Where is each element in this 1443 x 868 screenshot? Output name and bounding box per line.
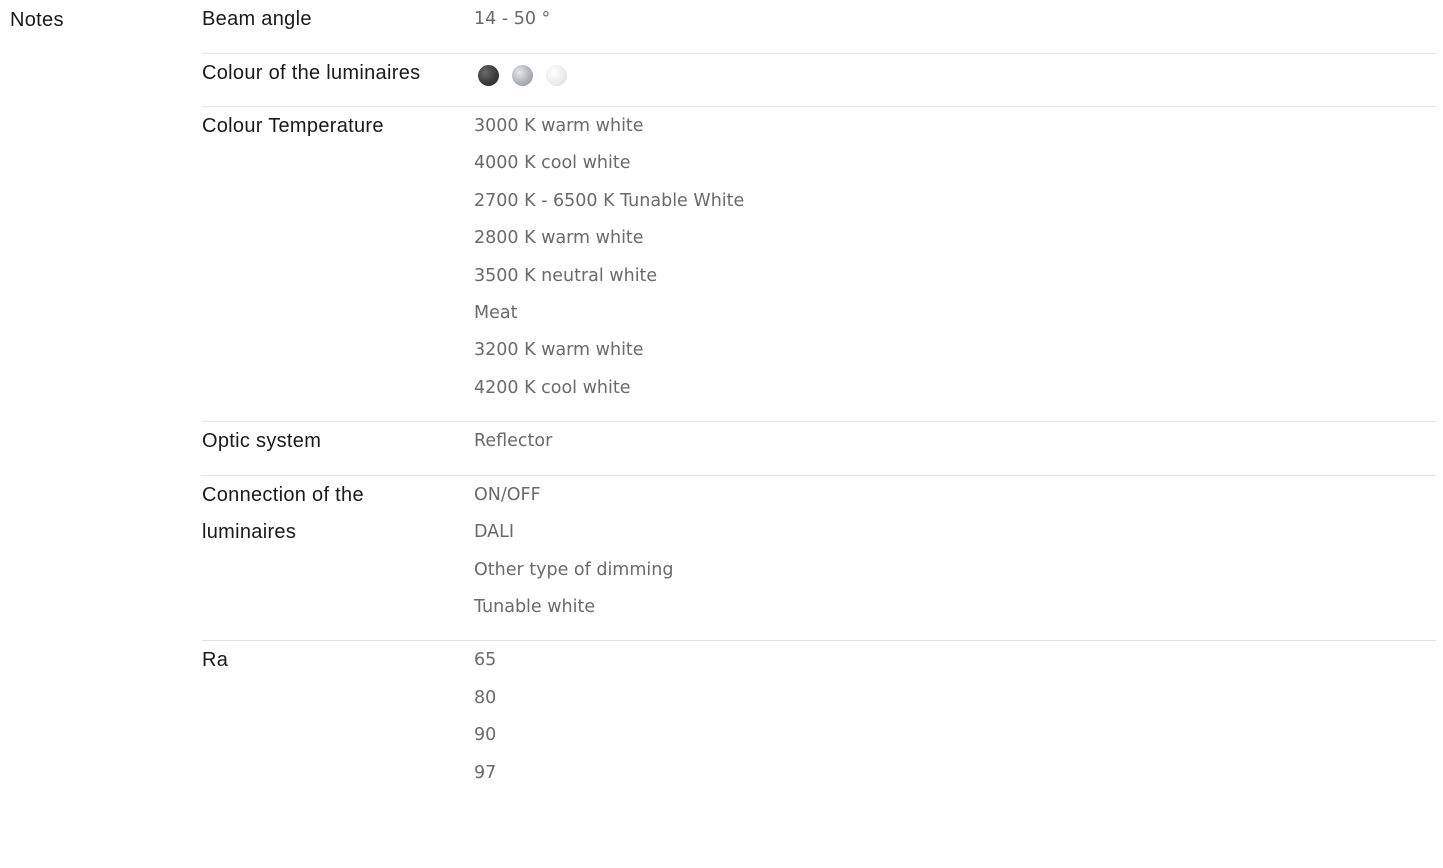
spec-value: 3200 K warm white: [474, 340, 644, 361]
spec-value: 2700 K - 6500 K Tunable White: [474, 190, 745, 211]
spec-value: Meat: [474, 303, 518, 324]
spec-value: 14 - 50 °: [474, 9, 551, 29]
spec-name-ra: Ra: [202, 649, 229, 672]
spec-table: Beam angle 14 - 50 ° Colour of the lumin…: [202, 0, 1436, 806]
colour-swatches: [474, 55, 1436, 86]
spec-row-connection-of-luminaires: Connection of the luminaires ON/OFF DALI…: [202, 476, 1436, 642]
spec-value: 4200 K cool white: [474, 377, 631, 398]
spec-value: 3500 K neutral white: [474, 265, 658, 286]
spec-value: ON/OFF: [474, 484, 541, 505]
spec-values-colour-temperature: 3000 K warm white 4000 K cool white 2700…: [474, 108, 1436, 407]
spec-value: 80: [474, 687, 497, 708]
spec-value: 3000 K warm white: [474, 116, 644, 136]
spec-name-beam-angle: Beam angle: [202, 8, 312, 30]
spec-name-colour-temperature: Colour Temperature: [202, 115, 384, 137]
spec-value: 90: [474, 725, 497, 746]
spec-values-ra: 65 80 90 97: [474, 642, 1436, 792]
swatch-dark-grey[interactable]: [478, 64, 499, 86]
spec-values-beam-angle: 14 - 50 °: [474, 1, 1436, 39]
spec-value: Tunable white: [474, 596, 596, 617]
spec-value: Reflector: [474, 431, 553, 452]
spec-row-beam-angle: Beam angle 14 - 50 °: [202, 0, 1436, 54]
spec-row-optic-system: Optic system Reflector: [202, 422, 1436, 476]
spec-value: 97: [474, 762, 497, 783]
spec-value: 4000 K cool white: [474, 153, 631, 174]
spec-values-optic-system: Reflector: [474, 423, 1436, 461]
spec-value: DALI: [474, 522, 515, 543]
spec-value: Other type of dimming: [474, 559, 674, 580]
spec-values-connection-of-luminaires: ON/OFF DALI Other type of dimming Tunabl…: [474, 477, 1436, 627]
swatch-silver[interactable]: [512, 64, 533, 86]
spec-name-optic-system: Optic system: [202, 430, 322, 453]
spec-name-connection-of-luminaires: Connection of the luminaires: [202, 483, 364, 544]
spec-value: 2800 K warm white: [474, 228, 644, 249]
spec-row-colour-of-luminaires: Colour of the luminaires: [202, 54, 1436, 107]
spec-row-ra: Ra 65 80 90 97: [202, 641, 1436, 806]
notes-section-label: Notes: [10, 9, 64, 31]
spec-row-colour-temperature: Colour Temperature 3000 K warm white 400…: [202, 107, 1436, 423]
spec-value: 65: [474, 650, 497, 671]
spec-name-colour-of-luminaires: Colour of the luminaires: [202, 61, 421, 84]
spec-values-colour-of-luminaires: [474, 55, 1436, 93]
swatch-white[interactable]: [546, 64, 567, 86]
